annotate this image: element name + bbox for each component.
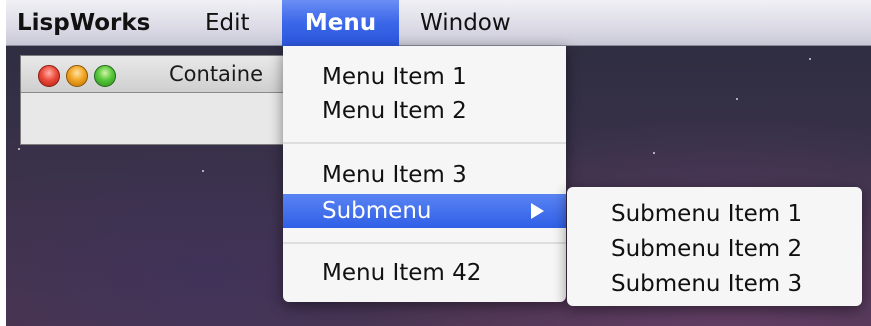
menu-item-2[interactable]: Menu Item 2 [283,94,566,128]
submenu-item[interactable]: Submenu [283,194,566,228]
menu-bar: LispWorks Edit Menu Window [6,0,871,46]
menu-item-1[interactable]: Menu Item 1 [283,60,566,94]
menubar-menu[interactable]: Menu [282,0,399,46]
star [18,148,20,150]
window-title: Containe [169,62,263,86]
menu-item-3[interactable]: Menu Item 3 [283,158,566,192]
minimize-button[interactable] [66,65,88,87]
star [202,170,204,172]
submenu-arrow-icon [531,203,544,219]
submenu-panel: Submenu Item 1 Submenu Item 2 Submenu It… [567,187,862,306]
star [653,152,655,154]
menubar-app-name[interactable]: LispWorks [17,0,150,46]
menubar-edit[interactable]: Edit [205,0,250,46]
submenu-item-1[interactable]: Submenu Item 1 [567,197,862,231]
submenu-item-3[interactable]: Submenu Item 3 [567,267,862,301]
dropdown-menu: Menu Item 1 Menu Item 2 Menu Item 3 Subm… [283,46,566,302]
container-window: Containe [20,55,290,145]
zoom-button[interactable] [94,65,116,87]
menubar-window[interactable]: Window [420,0,511,46]
window-titlebar[interactable]: Containe [21,56,289,93]
menu-separator [283,242,566,244]
star [736,98,738,100]
close-button[interactable] [38,65,60,87]
star [809,58,811,60]
menu-item-42[interactable]: Menu Item 42 [283,256,566,290]
submenu-item-2[interactable]: Submenu Item 2 [567,232,862,266]
menu-separator [283,142,566,144]
submenu-label: Submenu [322,198,432,224]
